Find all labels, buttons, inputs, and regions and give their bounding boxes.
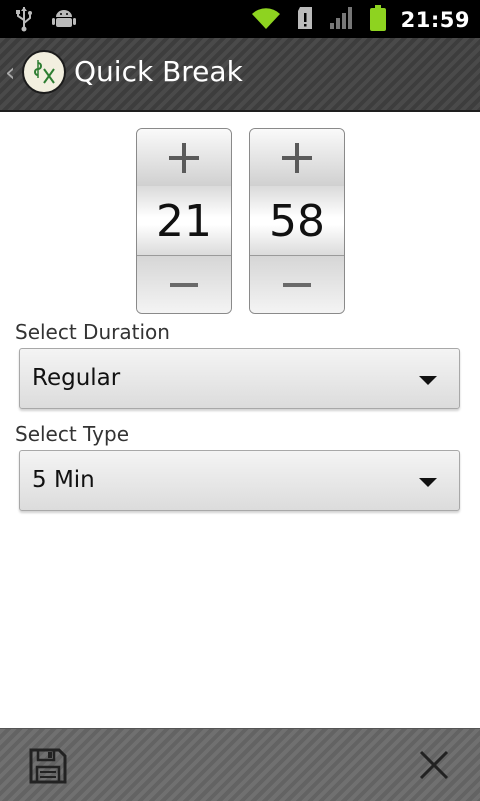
close-button[interactable]	[418, 749, 450, 781]
app-logo[interactable]	[22, 50, 66, 94]
duration-selected-value: Regular	[32, 365, 121, 391]
type-selected-value: 5 Min	[32, 467, 95, 493]
status-bar: 21:59	[0, 0, 480, 38]
sd-card-alert-icon	[295, 5, 315, 35]
duration-dropdown[interactable]: Regular	[19, 348, 460, 409]
minute-picker: 58	[249, 128, 345, 314]
clock: 21:59	[400, 8, 470, 32]
dropdown-arrow-icon	[419, 376, 437, 385]
close-icon	[419, 750, 449, 780]
bottom-toolbar	[0, 728, 480, 801]
hour-picker: 21	[136, 128, 232, 314]
type-label: Select Type	[15, 422, 129, 446]
save-button[interactable]	[28, 747, 68, 785]
plus-icon	[169, 142, 199, 173]
minute-increment-button[interactable]	[250, 129, 344, 187]
app-title: Quick Break	[74, 55, 243, 88]
action-bar: ‹ Quick Break	[0, 38, 480, 112]
plus-icon	[282, 142, 312, 173]
minus-icon	[170, 282, 198, 287]
minute-value[interactable]: 58	[250, 186, 344, 256]
save-icon	[29, 748, 67, 784]
battery-icon	[369, 4, 387, 36]
duration-label: Select Duration	[15, 320, 170, 344]
minute-decrement-button[interactable]	[250, 255, 344, 313]
signal-icon	[329, 5, 355, 35]
hour-value[interactable]: 21	[137, 186, 231, 256]
wifi-icon	[251, 5, 281, 35]
hour-decrement-button[interactable]	[137, 255, 231, 313]
back-chevron-icon[interactable]: ‹	[5, 58, 15, 88]
type-dropdown[interactable]: 5 Min	[19, 450, 460, 511]
android-debug-icon	[52, 6, 76, 36]
dropdown-arrow-icon	[419, 478, 437, 487]
hour-increment-button[interactable]	[137, 129, 231, 187]
usb-icon	[14, 6, 34, 36]
minus-icon	[283, 282, 311, 287]
